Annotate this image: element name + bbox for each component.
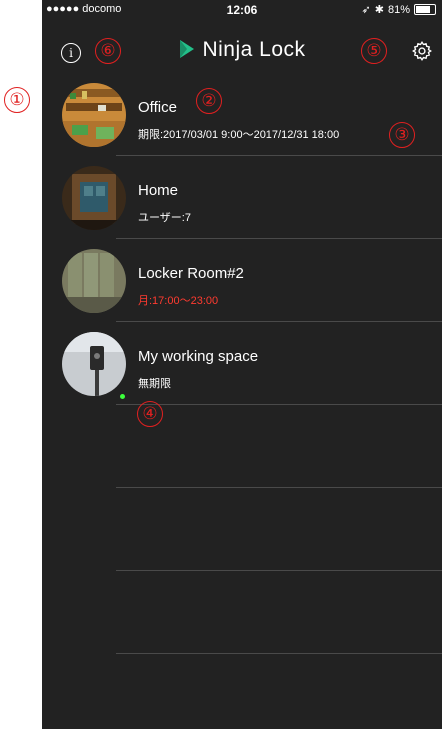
lock-user-count: ユーザー:7 <box>138 212 191 224</box>
lock-row-working-space[interactable]: My working space 無期限 <box>42 322 442 405</box>
lock-row-locker-room[interactable]: Locker Room#2 月:17:00〜23:00 <box>42 239 442 322</box>
lock-name: My working space <box>138 348 259 365</box>
annotation-marker-3: ③ <box>389 122 415 148</box>
annotation-marker-4: ④ <box>137 401 163 427</box>
annotation-marker-2: ② <box>196 88 222 114</box>
app-title: Ninja Lock <box>202 38 306 61</box>
app-screen: ●●●●● docomo 12:06 ➶ ✱ 81% i Ninja Lock <box>42 0 442 729</box>
annotation-marker-5: ⑤ <box>361 38 387 64</box>
row-divider <box>116 653 442 654</box>
office-photo-avatar <box>62 83 126 147</box>
battery-percent: 81% <box>387 3 410 16</box>
locker-room-photo-avatar <box>62 249 126 313</box>
lock-schedule: 月:17:00〜23:00 <box>138 295 219 307</box>
working-space-photo-avatar <box>62 332 126 396</box>
online-status-dot <box>120 394 125 399</box>
lock-row-home[interactable]: Home ユーザー:7 <box>42 156 442 239</box>
empty-row <box>42 488 442 571</box>
lock-validity: 無期限 <box>138 378 171 390</box>
battery-fill <box>416 6 430 13</box>
home-photo-avatar <box>62 166 126 230</box>
annotation-marker-1: ① <box>4 87 30 113</box>
battery-icon <box>414 4 436 15</box>
empty-row <box>42 571 442 654</box>
lock-list: Office 期限:2017/03/01 9:00〜2017/12/31 18:… <box>42 73 442 654</box>
lock-name: Office <box>138 99 177 116</box>
lock-name: Locker Room#2 <box>138 265 244 282</box>
annotation-marker-6: ⑥ <box>95 38 121 64</box>
location-arrow-icon: ➶ <box>361 4 371 16</box>
settings-gear-icon[interactable] <box>411 40 433 62</box>
lock-row-office[interactable]: Office 期限:2017/03/01 9:00〜2017/12/31 18:… <box>42 73 442 156</box>
ninja-lock-logo-icon <box>180 40 195 58</box>
bluetooth-icon: ✱ <box>374 4 384 16</box>
status-bar: ●●●●● docomo 12:06 ➶ ✱ 81% <box>42 0 442 20</box>
lock-validity: 期限:2017/03/01 9:00〜2017/12/31 18:00 <box>138 129 340 141</box>
status-right-group: ➶ ✱ 81% <box>362 3 436 16</box>
empty-row <box>42 405 442 488</box>
lock-name: Home <box>138 182 179 199</box>
